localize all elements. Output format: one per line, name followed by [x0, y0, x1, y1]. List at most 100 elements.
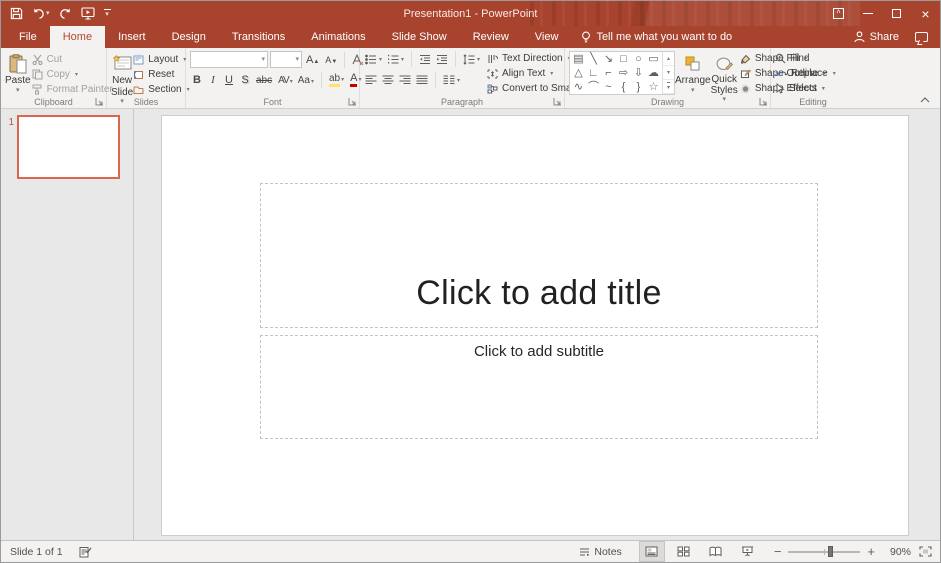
layout-button[interactable]: Layout ▾ — [133, 54, 189, 65]
redo-button[interactable] — [59, 8, 72, 20]
tab-insert[interactable]: Insert — [105, 26, 159, 48]
strikethrough-button[interactable]: abc — [254, 75, 274, 86]
font-dialog-launcher[interactable] — [348, 97, 357, 106]
select-button[interactable]: Select ▾ — [775, 83, 836, 94]
tab-view[interactable]: View — [522, 26, 572, 48]
elbow-connector-icon[interactable]: ∟ — [588, 67, 599, 79]
tab-design[interactable]: Design — [159, 26, 219, 48]
spell-check-icon[interactable] — [79, 546, 92, 558]
paragraph-dialog-launcher[interactable] — [553, 97, 562, 106]
cloud-icon[interactable]: ☁ — [648, 67, 659, 79]
tab-slide-show[interactable]: Slide Show — [379, 26, 460, 48]
find-button[interactable]: Find — [775, 53, 836, 64]
numbering-button[interactable]: ▾ — [386, 53, 405, 66]
change-case-button[interactable]: Aa ▾ — [296, 75, 316, 86]
oval-icon[interactable]: ○ — [635, 53, 642, 65]
minimize-button[interactable] — [853, 1, 882, 26]
justify-button[interactable] — [415, 74, 429, 86]
zoom-slider-thumb[interactable] — [828, 546, 833, 557]
start-from-beginning-button[interactable] — [80, 7, 95, 20]
tab-home[interactable]: Home — [49, 26, 106, 48]
close-button[interactable]: × — [911, 1, 940, 26]
down-arrow-icon[interactable]: ⇩ — [634, 67, 643, 79]
italic-button[interactable]: I — [206, 74, 220, 86]
section-button[interactable]: Section ▾ — [133, 84, 190, 95]
zoom-in-button[interactable]: + — [867, 544, 875, 559]
zoom-out-button[interactable]: − — [774, 544, 782, 559]
normal-view-button[interactable] — [638, 541, 665, 562]
cut-button[interactable]: Cut — [32, 54, 113, 65]
align-center-button[interactable] — [381, 74, 395, 86]
comments-button[interactable] — [915, 32, 928, 42]
bold-button[interactable]: B — [190, 74, 204, 86]
zoom-slider[interactable] — [788, 546, 861, 557]
font-name-combo[interactable]: ▾ — [190, 51, 268, 68]
decrease-font-size-button[interactable]: A ▼ — [323, 55, 339, 65]
slide-thumbnail-1[interactable] — [17, 115, 120, 179]
arrange-button[interactable]: Arrange ▾ — [675, 51, 711, 94]
tab-animations[interactable]: Animations — [298, 26, 378, 48]
line-icon[interactable]: ╲ — [590, 53, 597, 65]
left-brace-icon[interactable]: { — [622, 81, 626, 93]
align-right-button[interactable] — [398, 74, 412, 86]
scroll-down-icon[interactable]: ▾ — [663, 66, 674, 80]
copy-button[interactable]: Copy ▾ — [32, 69, 113, 80]
elbow-arrow-connector-icon[interactable]: ⌐ — [605, 67, 611, 79]
drawing-dialog-launcher[interactable] — [759, 97, 768, 106]
bullets-button[interactable]: ▾ — [364, 53, 383, 66]
arrow-line-icon[interactable]: ↘ — [604, 53, 613, 65]
font-size-combo[interactable]: ▾ — [270, 51, 302, 68]
right-arrow-icon[interactable]: ⇨ — [619, 67, 628, 79]
line-spacing-button[interactable]: ▾ — [462, 53, 481, 66]
subtitle-placeholder[interactable]: Click to add subtitle — [260, 335, 818, 439]
undo-button[interactable]: ▾ — [32, 8, 50, 20]
underline-button[interactable]: U — [222, 74, 236, 86]
curve-icon[interactable]: ~ — [605, 81, 611, 93]
tab-transitions[interactable]: Transitions — [219, 26, 298, 48]
share-button[interactable]: Share — [854, 31, 899, 43]
chevron-down-icon: ▾ — [379, 56, 383, 63]
tab-file[interactable]: File — [6, 26, 50, 48]
text-box-icon[interactable]: ▤ — [573, 53, 583, 65]
ribbon-display-options-button[interactable]: ˄ — [824, 1, 853, 26]
rounded-rectangle-icon[interactable]: ▭ — [648, 53, 658, 65]
tell-me-box[interactable]: Tell me what you want to do — [581, 26, 732, 48]
text-highlight-button[interactable]: ab ▾ — [327, 73, 346, 87]
title-placeholder[interactable]: Click to add title — [260, 183, 818, 328]
slide-editing-surface[interactable]: Click to add title Click to add subtitle — [161, 115, 909, 536]
shapes-gallery[interactable]: ▤ ╲ ↘ □ ○ ▭ △ ∟ ⌐ ⇨ ⇩ ☁ ∿ ⌒ ~ { } ☆ ▴ ▾ … — [569, 51, 675, 95]
freeform-icon[interactable]: ∿ — [574, 81, 583, 93]
text-shadow-button[interactable]: S — [238, 74, 252, 86]
format-painter-button[interactable]: Format Painter — [32, 84, 113, 95]
slide-show-view-button[interactable] — [736, 542, 760, 561]
increase-font-size-button[interactable]: A ▲ — [304, 54, 321, 66]
reset-button[interactable]: Reset — [133, 69, 189, 80]
arc-icon[interactable]: ⌒ — [588, 81, 599, 93]
notes-button[interactable]: Notes — [579, 546, 622, 558]
paste-button[interactable]: Paste ▾ — [5, 51, 31, 94]
right-brace-icon[interactable]: } — [637, 81, 641, 93]
columns-button[interactable]: ▾ — [442, 74, 461, 86]
decrease-indent-button[interactable] — [418, 53, 432, 66]
customize-qat-button[interactable]: ▾ — [103, 9, 111, 18]
align-left-button[interactable] — [364, 74, 378, 86]
collapse-ribbon-button[interactable] — [918, 95, 932, 105]
maximize-button[interactable] — [882, 1, 911, 26]
character-spacing-button[interactable]: AV ▾ — [276, 75, 294, 86]
scroll-up-icon[interactable]: ▴ — [663, 52, 674, 66]
reading-view-button[interactable] — [704, 542, 728, 561]
slide-sorter-view-button[interactable] — [672, 542, 696, 561]
triangle-icon[interactable]: △ — [574, 67, 582, 79]
increase-indent-button[interactable] — [435, 53, 449, 66]
star-icon[interactable]: ☆ — [649, 81, 659, 93]
gallery-more-icon[interactable]: ▾ — [663, 80, 674, 94]
zoom-level[interactable]: 90% — [883, 546, 911, 558]
fit-slide-to-window-button[interactable] — [919, 546, 932, 557]
replace-button[interactable]: ab Replace ▾ — [775, 68, 836, 79]
save-button[interactable] — [10, 7, 23, 20]
rectangle-icon[interactable]: □ — [620, 53, 627, 65]
clipboard-dialog-launcher[interactable] — [95, 97, 104, 106]
tab-review[interactable]: Review — [460, 26, 522, 48]
group-label-editing: Editing — [799, 97, 827, 107]
quick-styles-button[interactable]: Quick Styles ▾ — [711, 51, 738, 103]
